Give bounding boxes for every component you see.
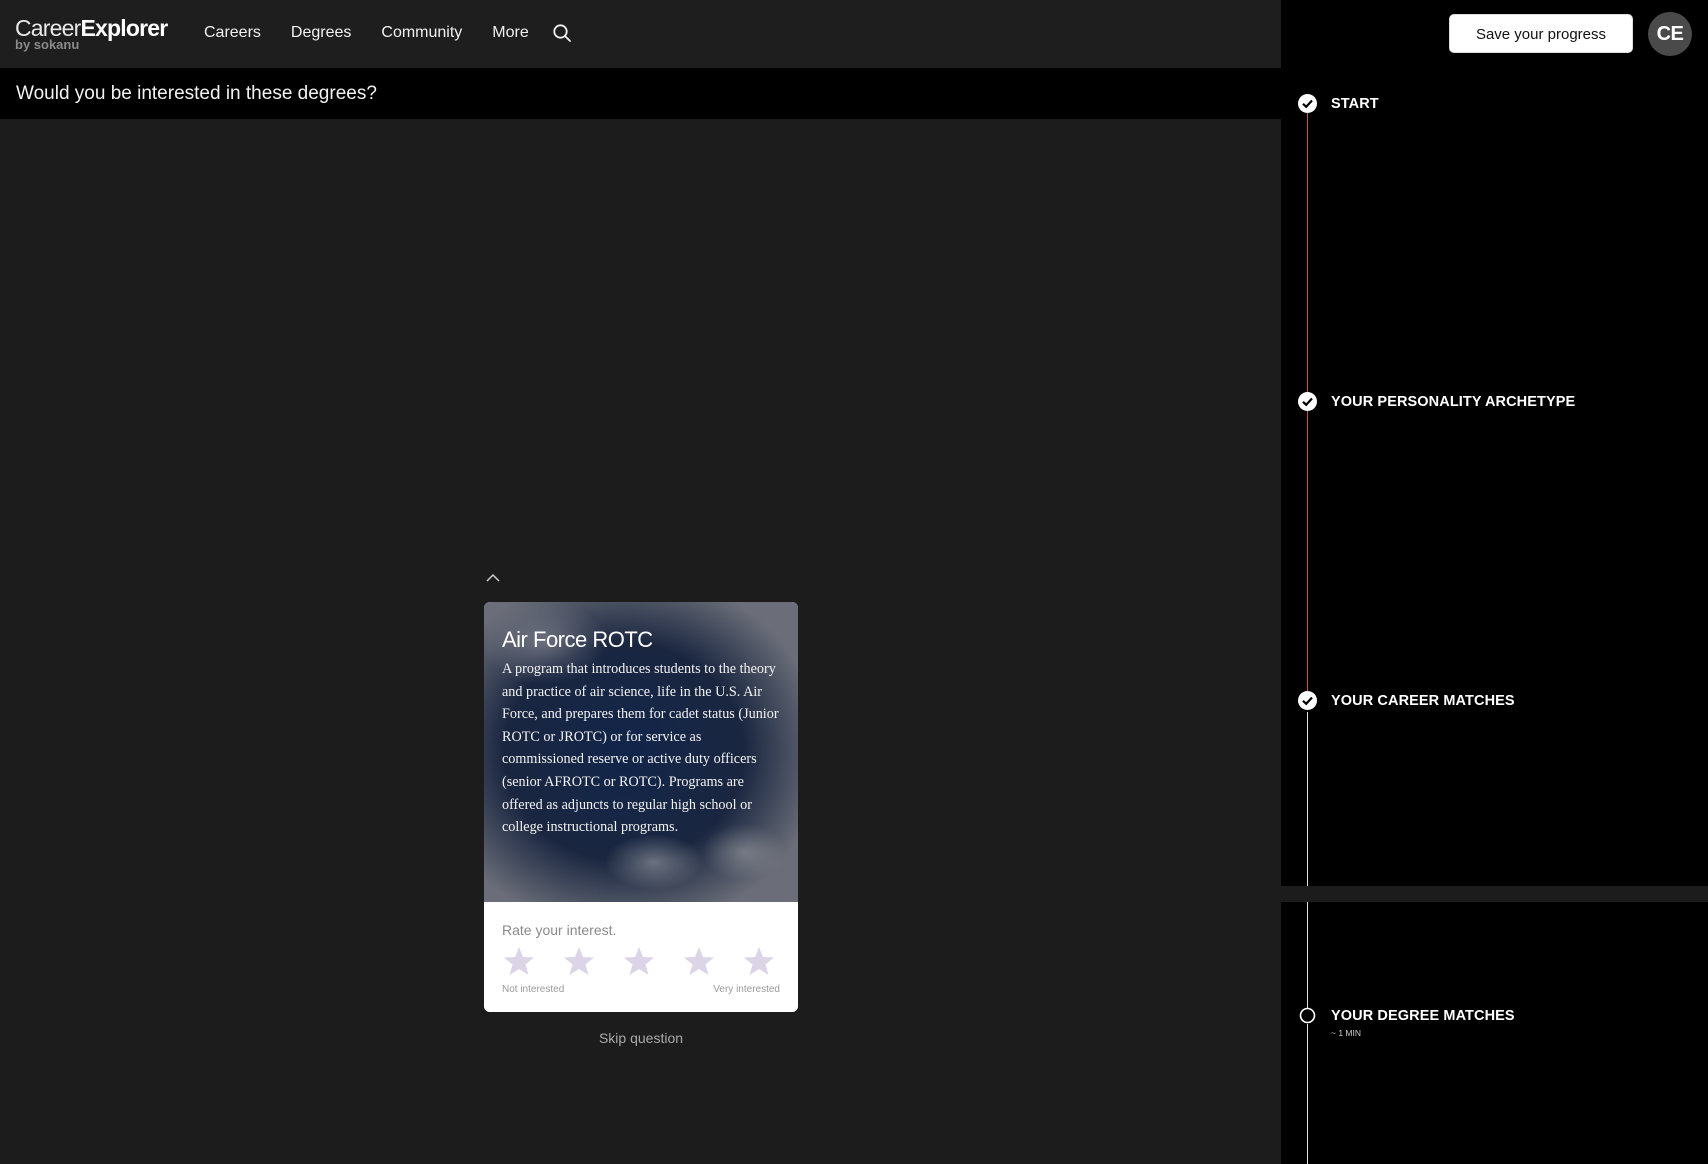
degree-card: Air Force ROTC A program that introduces… — [484, 602, 798, 1012]
question-text: Would you be interested in these degrees… — [16, 83, 377, 104]
scale-high-label: Very interested — [713, 984, 780, 995]
degree-description: A program that introduces students to th… — [502, 661, 779, 836]
step-label: START — [1331, 96, 1379, 112]
star-icon-5[interactable] — [742, 944, 776, 978]
logo-text-bold: Explorer — [80, 15, 169, 41]
chevron-up-icon[interactable] — [485, 572, 501, 584]
logo[interactable]: CareerExplorer by sokanu — [15, 15, 169, 51]
step-label: YOUR CAREER MATCHES — [1331, 693, 1515, 709]
empty-circle-icon — [1299, 1007, 1316, 1024]
step-label: YOUR PERSONALITY ARCHETYPE — [1331, 394, 1576, 410]
star-rating — [502, 944, 784, 978]
step-duration: ~ 1 MIN — [1331, 1028, 1361, 1038]
progress-line — [1307, 712, 1308, 886]
check-circle-icon — [1298, 691, 1317, 710]
main-nav: Careers Degrees Community More — [204, 22, 559, 44]
star-icon-3[interactable] — [622, 944, 656, 978]
search-icon[interactable] — [552, 23, 572, 43]
save-progress-button[interactable]: Save your progress — [1449, 14, 1633, 53]
nav-more[interactable]: More — [492, 22, 528, 44]
degree-card-image: Air Force ROTC A program that introduces… — [484, 602, 798, 902]
star-icon-4[interactable] — [682, 944, 716, 978]
nav-degrees[interactable]: Degrees — [291, 22, 351, 44]
step-label: YOUR DEGREE MATCHES — [1331, 1008, 1515, 1024]
top-navigation: CareerExplorer by sokanu Careers Degrees… — [0, 0, 1281, 68]
nav-community[interactable]: Community — [381, 22, 462, 44]
check-circle-icon — [1298, 94, 1317, 113]
check-circle-icon — [1298, 392, 1317, 411]
main-area: CareerExplorer by sokanu Careers Degrees… — [0, 0, 1281, 1164]
nav-careers[interactable]: Careers — [204, 22, 261, 44]
rating-panel: Rate your interest. Not interested Very … — [484, 902, 798, 1012]
avatar[interactable]: CE — [1648, 12, 1692, 56]
question-bar: Would you be interested in these degrees… — [0, 68, 1281, 119]
progress-line — [1307, 902, 1308, 1014]
progress-line — [1307, 1024, 1308, 1164]
scale-low-label: Not interested — [502, 984, 565, 995]
star-icon-1[interactable] — [502, 944, 536, 978]
star-icon-2[interactable] — [562, 944, 596, 978]
rate-label: Rate your interest. — [502, 922, 617, 938]
degree-title: Air Force ROTC — [502, 627, 653, 652]
sidebar-divider — [1281, 886, 1708, 902]
skip-question-link[interactable]: Skip question — [484, 1029, 798, 1047]
progress-sidebar — [1281, 0, 1708, 1164]
